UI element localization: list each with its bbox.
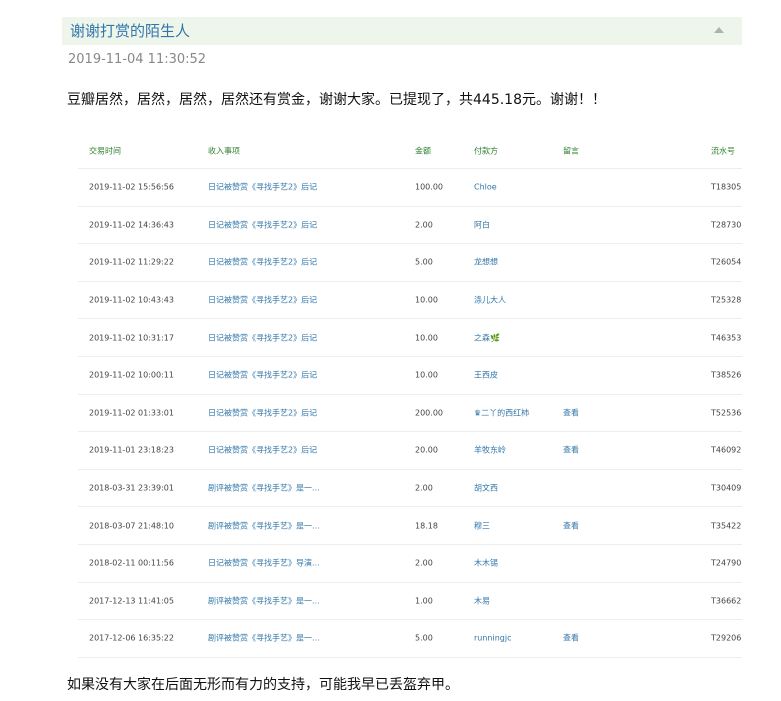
cell-serial: T253285 xyxy=(711,295,742,305)
cell-payer-link[interactable]: 龙想想 xyxy=(474,257,498,268)
table-row: 2018-02-11 00:11:56 日记被赞赏《寻找手艺》导演... 2.00 木… xyxy=(78,545,742,583)
cell-item-link[interactable]: 剧评被赞赏《寻找手艺》是一... xyxy=(208,595,320,606)
cell-item-link[interactable]: 剧评被赞赏《寻找手艺》是一... xyxy=(208,520,320,531)
cell-serial: T292066 xyxy=(711,633,742,643)
table-row: 2019-11-02 10:31:17 日记被赞赏《寻找手艺2》后记 10.00 之森… xyxy=(78,319,742,357)
table-row: 2019-11-02 14:36:43 日记被赞赏《寻找手艺2》后记 2.00 阿白 T… xyxy=(78,207,742,245)
cell-time: 2019-11-02 10:43:43 xyxy=(89,295,174,305)
cell-serial: T385266 xyxy=(711,370,742,380)
cell-time: 2017-12-13 11:41:05 xyxy=(89,596,174,606)
header-payer: 付款方 xyxy=(474,146,498,155)
cell-amount: 200.00 xyxy=(415,408,443,418)
cell-payer-link[interactable]: runningjc xyxy=(474,634,512,643)
chevron-up-icon[interactable] xyxy=(714,27,724,33)
cell-item-link[interactable]: 日记被赞赏《寻找手艺2》后记 xyxy=(208,257,317,268)
table-row: 2019-11-02 10:43:43 日记被赞赏《寻找手艺2》后记 10.00 涤儿… xyxy=(78,282,742,320)
cell-time: 2019-11-02 10:31:17 xyxy=(89,333,174,343)
cell-serial: T287308 xyxy=(711,220,742,230)
table-row: 2019-11-02 11:29:22 日记被赞赏《寻找手艺2》后记 5.00 龙想想… xyxy=(78,244,742,282)
cell-item-link[interactable]: 日记被赞赏《寻找手艺2》后记 xyxy=(208,219,317,230)
cell-payer-link[interactable]: 木木锡 xyxy=(474,558,498,569)
cell-note-link[interactable]: 查看 xyxy=(563,520,579,531)
table-row: 2019-11-02 10:00:11 日记被赞赏《寻找手艺2》后记 10.00 王西… xyxy=(78,357,742,395)
cell-item-link[interactable]: 日记被赞赏《寻找手艺2》后记 xyxy=(208,182,317,193)
cell-serial: T304098 xyxy=(711,483,742,493)
cell-time: 2019-11-02 01:33:01 xyxy=(89,408,174,418)
table-row: 2017-12-06 16:35:22 剧评被赞赏《寻找手艺》是一... 5.00 r… xyxy=(78,620,742,658)
cell-payer-link[interactable]: 之森🌿 xyxy=(474,332,500,343)
post-title[interactable]: 谢谢打赏的陌生人 xyxy=(70,21,190,41)
cell-time: 2019-11-02 14:36:43 xyxy=(89,220,174,230)
table-header-row: 交易时间 收入事项 金额 付款方 留言 流水号 xyxy=(78,133,742,169)
cell-amount: 2.00 xyxy=(415,558,433,568)
cell-item-link[interactable]: 日记被赞赏《寻找手艺2》后记 xyxy=(208,370,317,381)
header-time: 交易时间 xyxy=(89,146,121,155)
cell-amount: 18.18 xyxy=(415,521,438,531)
cell-note-link[interactable]: 查看 xyxy=(563,407,579,418)
cell-time: 2018-03-07 21:48:10 xyxy=(89,521,174,531)
cell-payer-link[interactable]: 木易 xyxy=(474,595,490,606)
cell-item-link[interactable]: 日记被赞赏《寻找手艺》导演... xyxy=(208,558,320,569)
post-date: 2019-11-04 11:30:52 xyxy=(68,52,207,67)
post-body-text: 豆瓣居然，居然，居然，居然还有赏金，谢谢大家。已提现了，共445.18元。谢谢！… xyxy=(67,92,606,108)
header-amount: 金额 xyxy=(415,146,431,155)
cell-payer-link[interactable]: Chloe xyxy=(474,183,497,192)
cell-time: 2019-11-02 10:00:11 xyxy=(89,370,174,380)
cell-payer-link[interactable]: 胡文西 xyxy=(474,483,498,494)
header-item: 收入事项 xyxy=(208,146,240,155)
post-footer-text: 如果没有大家在后面无形而有力的支持，可能我早已丢盔弃甲。 xyxy=(67,677,459,693)
cell-serial: T460920 xyxy=(711,445,742,455)
cell-serial: T260540 xyxy=(711,257,742,267)
cell-item-link[interactable]: 剧评被赞赏《寻找手艺》是一... xyxy=(208,633,320,644)
header-serial: 流水号 xyxy=(711,146,735,155)
cell-amount: 10.00 xyxy=(415,295,438,305)
cell-amount: 20.00 xyxy=(415,445,438,455)
cell-serial: T463533 xyxy=(711,333,742,343)
post-header: 谢谢打赏的陌生人 xyxy=(62,17,742,45)
cell-payer-link[interactable]: 王西皮 xyxy=(474,370,498,381)
cell-note-link[interactable]: 查看 xyxy=(563,445,579,456)
cell-serial: T247903 xyxy=(711,558,742,568)
cell-amount: 10.00 xyxy=(415,370,438,380)
cell-amount: 10.00 xyxy=(415,333,438,343)
cell-payer-link[interactable]: 阿白 xyxy=(474,219,490,230)
cell-amount: 5.00 xyxy=(415,257,433,267)
cell-serial: T525364 xyxy=(711,408,742,418)
cell-item-link[interactable]: 日记被赞赏《寻找手艺2》后记 xyxy=(208,332,317,343)
cell-amount: 2.00 xyxy=(415,220,433,230)
cell-item-link[interactable]: 日记被赞赏《寻找手艺2》后记 xyxy=(208,295,317,306)
cell-time: 2018-02-11 00:11:56 xyxy=(89,558,174,568)
table-row: 2019-11-02 01:33:01 日记被赞赏《寻找手艺2》后记 200.00 ♛… xyxy=(78,395,742,433)
cell-amount: 1.00 xyxy=(415,596,433,606)
table-row: 2018-03-31 23:39:01 剧评被赞赏《寻找手艺》是一... 2.00 胡… xyxy=(78,470,742,508)
cell-time: 2017-12-06 16:35:22 xyxy=(89,633,174,643)
table-row: 2019-11-02 15:56:56 日记被赞赏《寻找手艺2》后记 100.00 C… xyxy=(78,169,742,207)
cell-payer-link[interactable]: 涤儿大人 xyxy=(474,295,506,306)
cell-amount: 5.00 xyxy=(415,633,433,643)
cell-time: 2018-03-31 23:39:01 xyxy=(89,483,174,493)
cell-amount: 100.00 xyxy=(415,182,443,192)
table-row: 2019-11-01 23:18:23 日记被赞赏《寻找手艺2》后记 20.00 羊牧… xyxy=(78,432,742,470)
income-table: 交易时间 收入事项 金额 付款方 留言 流水号 2019-11-02 15:56… xyxy=(78,133,742,658)
table-row: 2018-03-07 21:48:10 剧评被赞赏《寻找手艺》是一... 18.18… xyxy=(78,507,742,545)
header-note: 留言 xyxy=(563,146,579,155)
cell-item-link[interactable]: 日记被赞赏《寻找手艺2》后记 xyxy=(208,407,317,418)
cell-item-link[interactable]: 日记被赞赏《寻找手艺2》后记 xyxy=(208,445,317,456)
cell-amount: 2.00 xyxy=(415,483,433,493)
cell-serial: T183055 xyxy=(711,182,742,192)
cell-note-link[interactable]: 查看 xyxy=(563,633,579,644)
cell-serial: T354227 xyxy=(711,521,742,531)
cell-payer-link[interactable]: 羊牧东岭 xyxy=(474,445,506,456)
cell-serial: T366629 xyxy=(711,596,742,606)
cell-time: 2019-11-02 11:29:22 xyxy=(89,257,174,267)
table-row: 2017-12-13 11:41:05 剧评被赞赏《寻找手艺》是一... 1.00 木… xyxy=(78,583,742,621)
cell-payer-link[interactable]: 穆三 xyxy=(474,520,490,531)
cell-time: 2019-11-01 23:18:23 xyxy=(89,445,174,455)
cell-payer-link[interactable]: ♛二丫的西红柿 xyxy=(474,407,529,418)
cell-time: 2019-11-02 15:56:56 xyxy=(89,182,174,192)
cell-item-link[interactable]: 剧评被赞赏《寻找手艺》是一... xyxy=(208,483,320,494)
